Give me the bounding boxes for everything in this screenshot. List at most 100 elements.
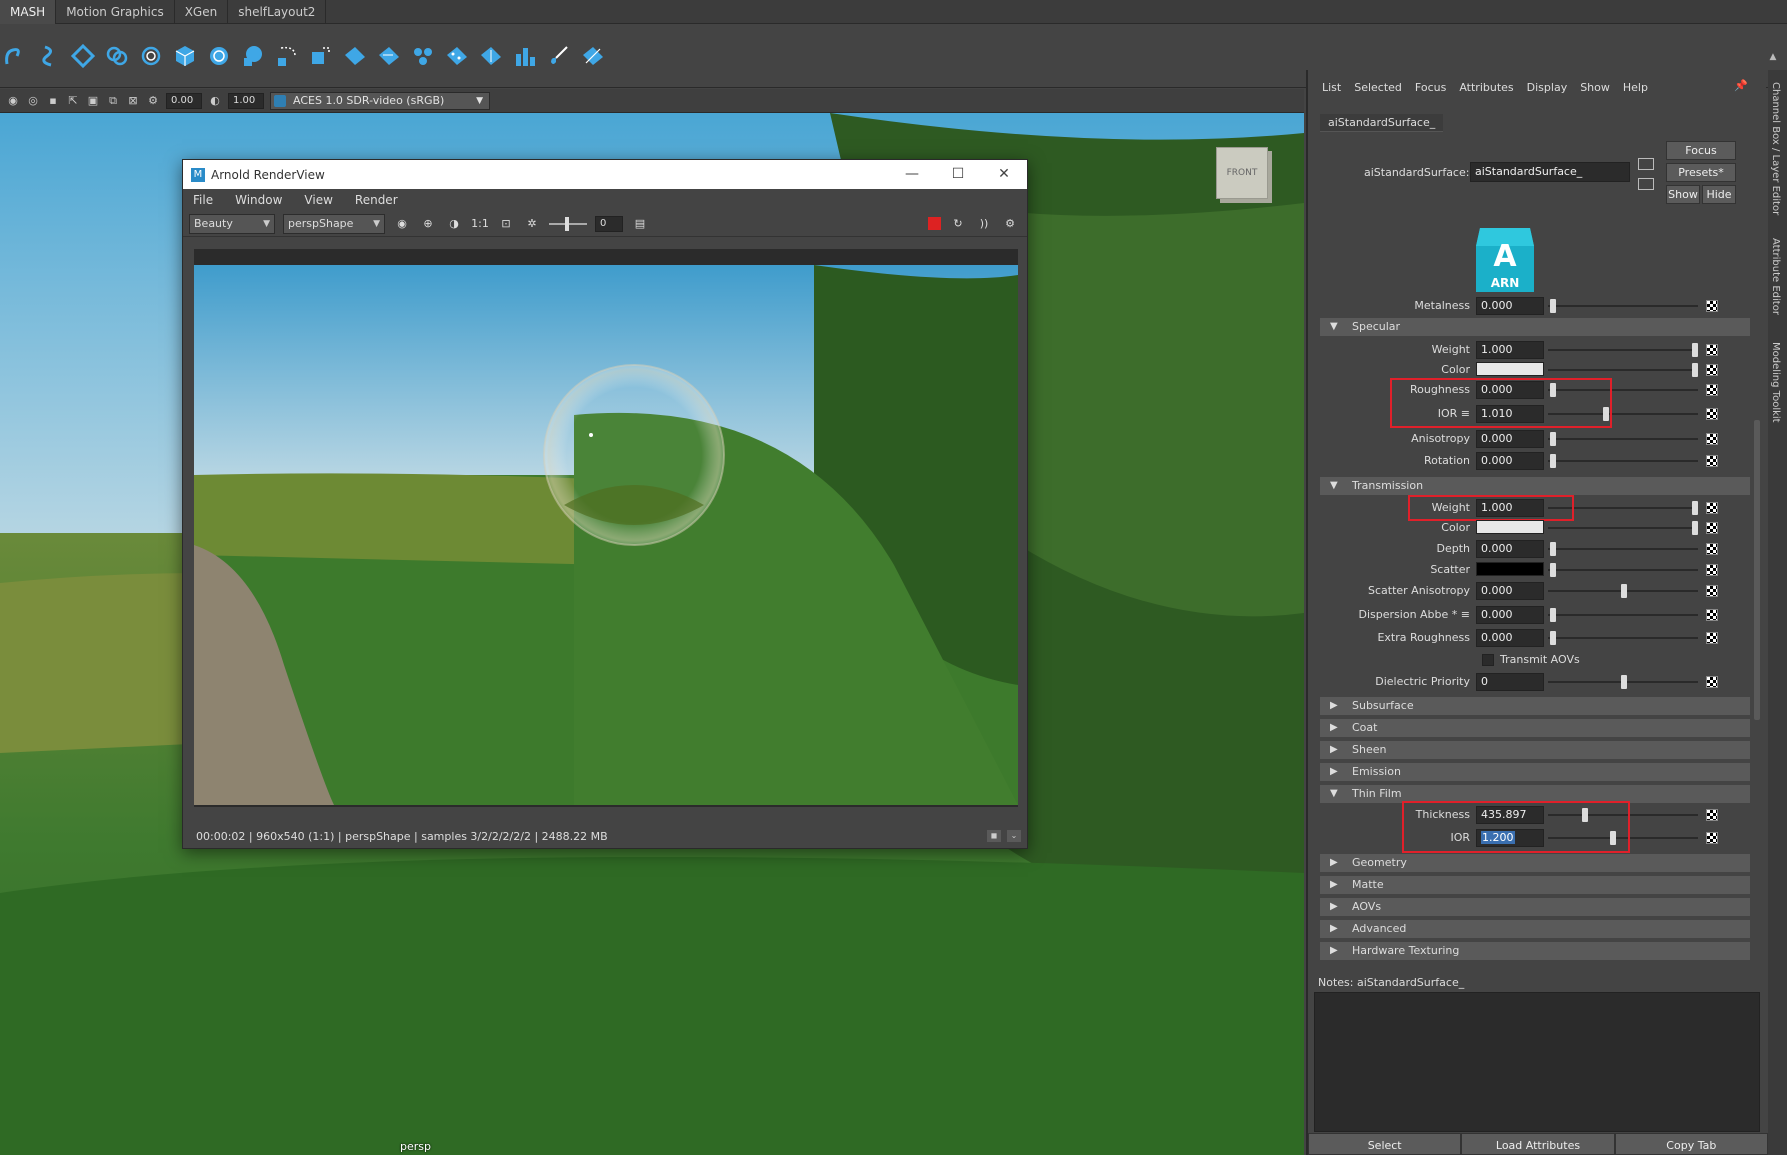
blob-tool-icon[interactable]	[240, 43, 266, 69]
menu-help[interactable]: Help	[1623, 81, 1648, 94]
ipr-icon[interactable]: ))	[975, 215, 993, 233]
slider-handle[interactable]	[1550, 299, 1556, 313]
show-button[interactable]: Show	[1666, 185, 1700, 204]
exposure-icon[interactable]: ✲	[523, 215, 541, 233]
transform-tool-icon[interactable]	[308, 43, 334, 69]
color-swatch[interactable]	[1476, 562, 1544, 576]
shelf-tab-mash[interactable]: MASH	[0, 0, 57, 24]
layers-icon[interactable]: ⧉	[106, 94, 120, 108]
section-emission[interactable]: ▶ Emission	[1320, 763, 1750, 781]
texture-map-icon[interactable]	[1706, 543, 1718, 555]
exposure-field[interactable]: 1.00	[228, 92, 264, 109]
slider-handle[interactable]	[1550, 454, 1556, 468]
target-icon[interactable]: ◎	[26, 94, 40, 108]
slider-handle[interactable]	[1692, 343, 1698, 357]
menu-file[interactable]: File	[193, 193, 213, 207]
section-aovs[interactable]: ▶ AOVs	[1320, 898, 1750, 916]
cube-tool-icon[interactable]	[172, 43, 198, 69]
attr-value-field[interactable]: 0	[1476, 673, 1544, 691]
renderview-titlebar[interactable]: M Arnold RenderView — ☐ ✕	[183, 160, 1027, 189]
ratio-button[interactable]: 1:1	[471, 215, 489, 233]
menu-window[interactable]: Window	[235, 193, 282, 207]
menu-selected[interactable]: Selected	[1354, 81, 1402, 94]
attribute-scrollbar[interactable]	[1753, 300, 1761, 980]
color-swatch[interactable]	[1476, 362, 1544, 376]
copy-tab-button[interactable]: Copy Tab	[1614, 1133, 1768, 1155]
attr-slider[interactable]	[1548, 637, 1698, 639]
plane-tool-icon[interactable]	[342, 43, 368, 69]
attr-value-field[interactable]: 0.000	[1476, 606, 1544, 624]
coil-tool-icon[interactable]	[104, 43, 130, 69]
texture-map-icon[interactable]	[1706, 832, 1718, 844]
attr-value-field[interactable]: 1.000	[1476, 341, 1544, 359]
tab-modeling-toolkit[interactable]: Modeling Toolkit	[1770, 342, 1781, 423]
output-connection-icon[interactable]	[1638, 178, 1654, 190]
node-name-field[interactable]: aiStandardSurface_	[1470, 162, 1630, 182]
helix-tool-icon[interactable]	[138, 43, 164, 69]
attr-slider[interactable]	[1548, 527, 1698, 529]
input-connection-icon[interactable]	[1638, 158, 1654, 170]
wireframe-icon[interactable]: ⊠	[126, 94, 140, 108]
attr-slider[interactable]	[1548, 569, 1698, 571]
attr-slider[interactable]	[1548, 369, 1698, 371]
attr-slider[interactable]	[1548, 548, 1698, 550]
region-icon[interactable]: ⊡	[497, 215, 515, 233]
menu-view[interactable]: View	[304, 193, 332, 207]
attr-value-field[interactable]: 0.000	[1476, 430, 1544, 448]
menu-focus[interactable]: Focus	[1415, 81, 1446, 94]
hide-button[interactable]: Hide	[1702, 185, 1736, 204]
bars-tool-icon[interactable]	[512, 43, 538, 69]
texture-map-icon[interactable]	[1706, 522, 1718, 534]
cursor-icon[interactable]: ⇱	[66, 94, 80, 108]
attr-slider[interactable]	[1548, 305, 1698, 307]
slider-handle[interactable]	[1550, 432, 1556, 446]
texture-map-icon[interactable]	[1706, 455, 1718, 467]
rgb-icon[interactable]: ⊕	[419, 215, 437, 233]
viewcube[interactable]: FRONT	[1216, 147, 1268, 199]
shelf-tab-shelflayout2[interactable]: shelfLayout2	[228, 0, 327, 24]
snapshot-icon[interactable]: ◼	[987, 830, 1001, 842]
texture-map-icon[interactable]	[1706, 502, 1718, 514]
shelf-tab-xgen[interactable]: XGen	[175, 0, 229, 24]
spiral-tool-icon[interactable]	[2, 43, 28, 69]
exposure-value-field[interactable]: 0	[595, 215, 623, 232]
section-specular[interactable]: ▼ Specular	[1320, 318, 1750, 336]
texture-map-icon[interactable]	[1706, 344, 1718, 356]
menu-attributes[interactable]: Attributes	[1459, 81, 1513, 94]
slider-handle[interactable]	[1550, 563, 1556, 577]
gamma-icon[interactable]: ⚙	[146, 94, 160, 108]
texture-map-icon[interactable]	[1706, 364, 1718, 376]
scrollbar-thumb[interactable]	[1754, 420, 1760, 720]
sweep-tool-icon[interactable]	[580, 43, 606, 69]
section-coat[interactable]: ▶ Coat	[1320, 719, 1750, 737]
texture-map-icon[interactable]	[1706, 585, 1718, 597]
shelf-tab-motion-graphics[interactable]: Motion Graphics	[56, 0, 175, 24]
minimize-button[interactable]: —	[889, 160, 935, 189]
texture-map-icon[interactable]	[1706, 408, 1718, 420]
texture-map-icon[interactable]	[1706, 809, 1718, 821]
gear-icon[interactable]: ⚙	[1001, 215, 1019, 233]
texture-map-icon[interactable]	[1706, 433, 1718, 445]
texture-map-icon[interactable]	[1706, 632, 1718, 644]
close-button[interactable]: ✕	[981, 160, 1027, 189]
attr-slider[interactable]	[1548, 614, 1698, 616]
notes-textarea[interactable]	[1314, 992, 1760, 1132]
distribute-tool-icon[interactable]	[478, 43, 504, 69]
exposure-slider[interactable]	[549, 216, 587, 231]
network-tool-icon[interactable]	[410, 43, 436, 69]
aperture-icon[interactable]: ◉	[393, 215, 411, 233]
camera-dropdown[interactable]: perspShape ▼	[283, 213, 385, 234]
focus-button[interactable]: Focus	[1666, 141, 1736, 160]
select-button[interactable]: Select	[1308, 1133, 1462, 1155]
menu-display[interactable]: Display	[1527, 81, 1568, 94]
presets-button[interactable]: Presets*	[1666, 163, 1736, 182]
gamma-field[interactable]: 0.00	[166, 92, 202, 109]
texture-map-icon[interactable]	[1706, 609, 1718, 621]
attr-value-field[interactable]: 0.000	[1476, 297, 1544, 315]
slider-handle[interactable]	[1621, 584, 1627, 598]
log-icon[interactable]: ▤	[631, 215, 649, 233]
attr-value-field[interactable]: 0.000	[1476, 540, 1544, 558]
pin-icon[interactable]: 📌	[1734, 79, 1748, 92]
texture-map-icon[interactable]	[1706, 300, 1718, 312]
transmit-aovs-checkbox[interactable]	[1482, 654, 1494, 666]
